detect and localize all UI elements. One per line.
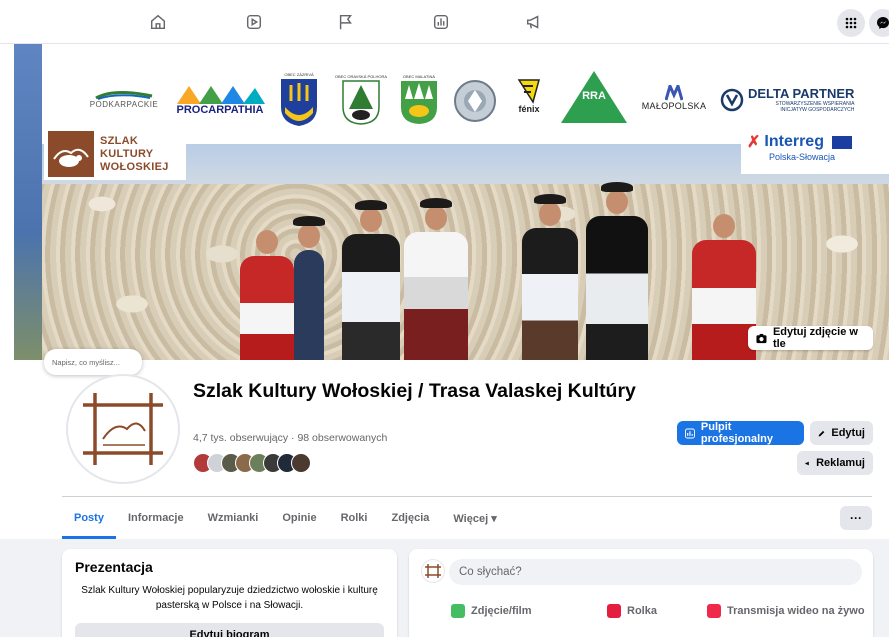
live-video-icon bbox=[707, 604, 721, 618]
dashboard-label: Pulpit profesjonalny bbox=[700, 421, 774, 445]
edit-bio-button[interactable]: Edytuj biogram bbox=[75, 623, 384, 637]
page-tabs: Posty Informacje Wzmianki Opinie Rolki Z… bbox=[62, 497, 509, 539]
tab-posts[interactable]: Posty bbox=[62, 497, 116, 539]
tab-reels[interactable]: Rolki bbox=[329, 497, 380, 539]
person bbox=[342, 200, 400, 360]
apps-menu-icon[interactable] bbox=[837, 9, 865, 37]
logo-emblem bbox=[450, 76, 500, 126]
logo-oravska-polhora: OBEC ORAVSKÁ POLHORA bbox=[332, 66, 390, 132]
interreg-name: Interreg bbox=[764, 133, 824, 150]
person bbox=[692, 214, 756, 360]
pencil-icon bbox=[818, 430, 825, 437]
logo-procarpathia: PROCARPATHIA bbox=[172, 80, 268, 120]
interreg-mark-icon: ✗ bbox=[747, 134, 761, 151]
brand-line: WOŁOSKIEJ bbox=[100, 160, 169, 173]
intro-card: Prezentacja Szlak Kultury Wołoskiej popu… bbox=[62, 549, 397, 637]
video-icon[interactable] bbox=[244, 12, 264, 32]
reel-label: Rolka bbox=[627, 605, 657, 617]
edit-cover-label: Edytuj zdjęcie w tle bbox=[772, 326, 858, 350]
logo-malopolska: MAŁOPOLSKA bbox=[640, 78, 708, 118]
frame-logo-icon bbox=[83, 393, 163, 465]
edit-page-button[interactable]: Edytuj bbox=[810, 421, 873, 445]
post-composer: Co słychać? Zdjęcie/film Rolka Transmisj… bbox=[409, 549, 873, 637]
messenger-icon[interactable] bbox=[869, 9, 889, 37]
tab-photos[interactable]: Zdjęcia bbox=[379, 497, 441, 539]
person bbox=[586, 182, 648, 360]
tab-mentions[interactable]: Wzmianki bbox=[196, 497, 271, 539]
dashboard-icon bbox=[685, 428, 695, 438]
logo-fenix: fénix bbox=[508, 72, 550, 120]
note-bubble[interactable]: Napisz, co myślisz... bbox=[44, 349, 142, 375]
composer-input[interactable]: Co słychać? bbox=[449, 559, 862, 585]
sheep-logo-icon bbox=[48, 131, 94, 177]
photo-icon bbox=[451, 604, 465, 618]
interreg-logo: ✗ Interreg Polska-Słowacja bbox=[741, 128, 889, 174]
logo-delta-partner: DELTA PARTNER STOWARZYSZENIE WSPIERANIA … bbox=[720, 80, 872, 120]
logo-rra-svidnik: RRA bbox=[558, 68, 630, 126]
brand-line: KULTURY bbox=[100, 147, 154, 160]
analytics-icon[interactable] bbox=[431, 12, 451, 32]
person bbox=[404, 198, 468, 360]
tab-more[interactable]: Więcej ▾ bbox=[441, 497, 508, 539]
followers-count[interactable]: 4,7 tys. obserwujący · 98 obserwowanych bbox=[193, 432, 387, 444]
camera-icon bbox=[756, 333, 767, 343]
composer-placeholder: Co słychać? bbox=[459, 566, 522, 578]
brand-line: SZLAK bbox=[100, 134, 139, 147]
composer-avatar[interactable] bbox=[421, 559, 445, 583]
person bbox=[240, 230, 294, 360]
logo-malatina: OBEC MALATINÁ bbox=[394, 66, 444, 132]
reel-icon bbox=[607, 604, 621, 618]
person bbox=[522, 194, 578, 360]
logo-podkarpackie: PODKARPACKIE bbox=[78, 82, 170, 112]
note-placeholder: Napisz, co myślisz... bbox=[52, 357, 120, 367]
page-title: Szlak Kultury Wołoskiej / Trasa Valaskej… bbox=[193, 380, 636, 402]
tab-about[interactable]: Informacje bbox=[116, 497, 196, 539]
interreg-program: Polska-Słowacja bbox=[769, 152, 836, 162]
advertise-button[interactable]: Reklamuj bbox=[797, 451, 873, 475]
avatar bbox=[291, 453, 311, 473]
flag-icon[interactable] bbox=[336, 12, 356, 32]
more-options-button[interactable]: ··· bbox=[840, 506, 872, 530]
top-navigation-bar bbox=[0, 0, 889, 44]
profile-avatar[interactable] bbox=[66, 374, 180, 484]
cover-edge bbox=[14, 44, 42, 360]
advertise-label: Reklamuj bbox=[816, 457, 865, 469]
eu-flag-icon bbox=[831, 135, 852, 149]
home-icon[interactable] bbox=[148, 12, 168, 32]
frame-logo-icon bbox=[425, 564, 441, 578]
professional-dashboard-button[interactable]: Pulpit profesjonalny bbox=[677, 421, 804, 445]
live-video-label: Transmisja wideo na żywo bbox=[727, 605, 865, 617]
szlak-brand-logo: SZLAK KULTURY WOŁOSKIEJ bbox=[44, 128, 186, 180]
edit-cover-photo-button[interactable]: Edytuj zdjęcie w tle bbox=[748, 326, 873, 350]
svg-text:RRA: RRA bbox=[582, 90, 606, 102]
cover-photo[interactable]: PODKARPACKIE PROCARPATHIA OBEC ZÁZRIVÁ O… bbox=[14, 44, 889, 360]
logo-zazriva: OBEC ZÁZRIVÁ bbox=[275, 66, 323, 132]
megaphone-icon bbox=[805, 461, 809, 465]
photo-video-label: Zdjęcie/film bbox=[471, 605, 532, 617]
photo-video-button[interactable]: Zdjęcie/film bbox=[451, 604, 532, 618]
megaphone-icon[interactable] bbox=[524, 12, 544, 32]
intro-text: Szlak Kultury Wołoskiej popularyzuje dzi… bbox=[81, 585, 378, 611]
intro-title: Prezentacja bbox=[75, 559, 153, 575]
person bbox=[293, 216, 325, 360]
edit-label: Edytuj bbox=[831, 427, 865, 439]
tab-reviews[interactable]: Opinie bbox=[270, 497, 328, 539]
live-video-button[interactable]: Transmisja wideo na żywo bbox=[707, 604, 865, 618]
follower-avatars[interactable] bbox=[193, 453, 311, 473]
reel-button[interactable]: Rolka bbox=[607, 604, 657, 618]
